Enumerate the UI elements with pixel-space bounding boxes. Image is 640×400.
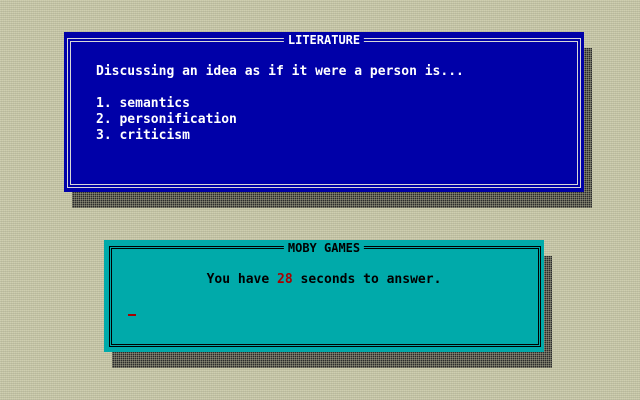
answer-option-1[interactable]: 1. semantics — [96, 96, 190, 112]
timer-title: MOBY GAMES — [283, 240, 365, 256]
timer-prefix: You have — [206, 272, 278, 287]
answer-option-2[interactable]: 2. personification — [96, 112, 237, 128]
question-window: LITERATURE Discussing an idea as if it w… — [64, 32, 584, 192]
answer-option-3[interactable]: 3. criticism — [96, 128, 190, 144]
timer-seconds: 28 — [277, 272, 293, 287]
timer-suffix: seconds to answer. — [292, 272, 442, 287]
category-title: LITERATURE — [283, 32, 365, 48]
question-text: Discussing an idea as if it were a perso… — [96, 64, 464, 79]
timer-message: You have 28 seconds to answer. — [104, 272, 544, 288]
timer-frame-inner — [111, 248, 539, 345]
answer-input-cursor[interactable] — [128, 314, 136, 316]
timer-window: MOBY GAMES You have 28 seconds to answer… — [104, 240, 544, 352]
